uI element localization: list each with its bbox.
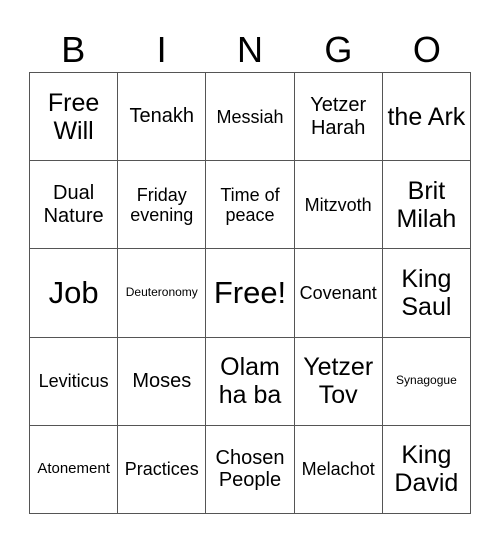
bingo-cell[interactable]: Mitzvoth: [293, 160, 382, 249]
bingo-header: B I N G O: [29, 28, 471, 72]
bingo-cell[interactable]: Olam ha ba: [205, 336, 294, 425]
bingo-cell[interactable]: Free Will: [29, 72, 118, 161]
header-letter-g: G: [324, 29, 353, 70]
bingo-cell[interactable]: King Saul: [381, 248, 470, 337]
bingo-grid: Free Will Tenakh Messiah Yetzer Harah th…: [29, 72, 471, 514]
bingo-cell[interactable]: Synagogue: [381, 336, 470, 425]
bingo-cell[interactable]: Atonement: [29, 424, 118, 513]
header-letter-b: B: [61, 29, 86, 70]
free-space-cell[interactable]: Free!: [205, 248, 294, 337]
bingo-cell[interactable]: Yetzer Harah: [293, 72, 382, 161]
bingo-cell[interactable]: Messiah: [205, 72, 294, 161]
bingo-cell[interactable]: King David: [381, 424, 470, 513]
header-letter-o: O: [412, 29, 441, 70]
bingo-cell[interactable]: Yetzer Tov: [293, 336, 382, 425]
bingo-cell[interactable]: the Ark: [381, 72, 470, 161]
bingo-cell[interactable]: Deuteronomy: [117, 248, 206, 337]
header-letter-n: N: [237, 29, 264, 70]
bingo-cell[interactable]: Brit Milah: [381, 160, 470, 249]
bingo-cell[interactable]: Dual Nature: [29, 160, 118, 249]
bingo-cell[interactable]: Job: [29, 248, 118, 337]
header-letter-i: I: [156, 29, 167, 70]
bingo-cell[interactable]: Melachot: [293, 424, 382, 513]
bingo-cell[interactable]: Friday evening: [117, 160, 206, 249]
bingo-cell[interactable]: Tenakh: [117, 72, 206, 161]
bingo-cell[interactable]: Covenant: [293, 248, 382, 337]
bingo-cell[interactable]: Chosen People: [205, 424, 294, 513]
bingo-cell[interactable]: Leviticus: [29, 336, 118, 425]
bingo-cell[interactable]: Moses: [117, 336, 206, 425]
bingo-cell[interactable]: Time of peace: [205, 160, 294, 249]
bingo-cell[interactable]: Practices: [117, 424, 206, 513]
